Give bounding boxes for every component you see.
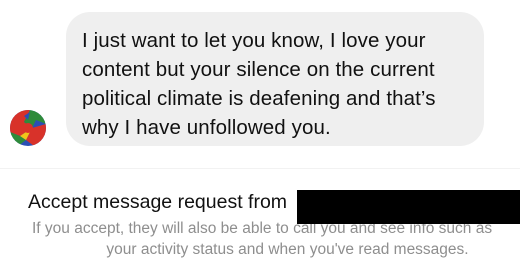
avatar-image bbox=[10, 110, 46, 146]
conversation-area: I just want to let you know, I love your… bbox=[0, 0, 520, 170]
message-bubble[interactable]: I just want to let you know, I love your… bbox=[66, 12, 484, 146]
request-description-line: your activity status and when you've rea… bbox=[106, 241, 469, 258]
request-title: Accept message request from bbox=[28, 190, 288, 213]
message-line: I just want to let you know, I love your bbox=[82, 29, 426, 52]
redacted-sender-name bbox=[297, 190, 520, 224]
message-text: I just want to let you know, I love your… bbox=[82, 26, 474, 142]
request-title-row: Accept message request from bbox=[28, 189, 287, 215]
message-line: content but your silence on the current bbox=[82, 58, 435, 81]
message-line: political climate is deafening and that’… bbox=[82, 87, 436, 110]
message-line: why I have unfollowed you. bbox=[82, 116, 331, 139]
avatar[interactable] bbox=[10, 110, 46, 146]
